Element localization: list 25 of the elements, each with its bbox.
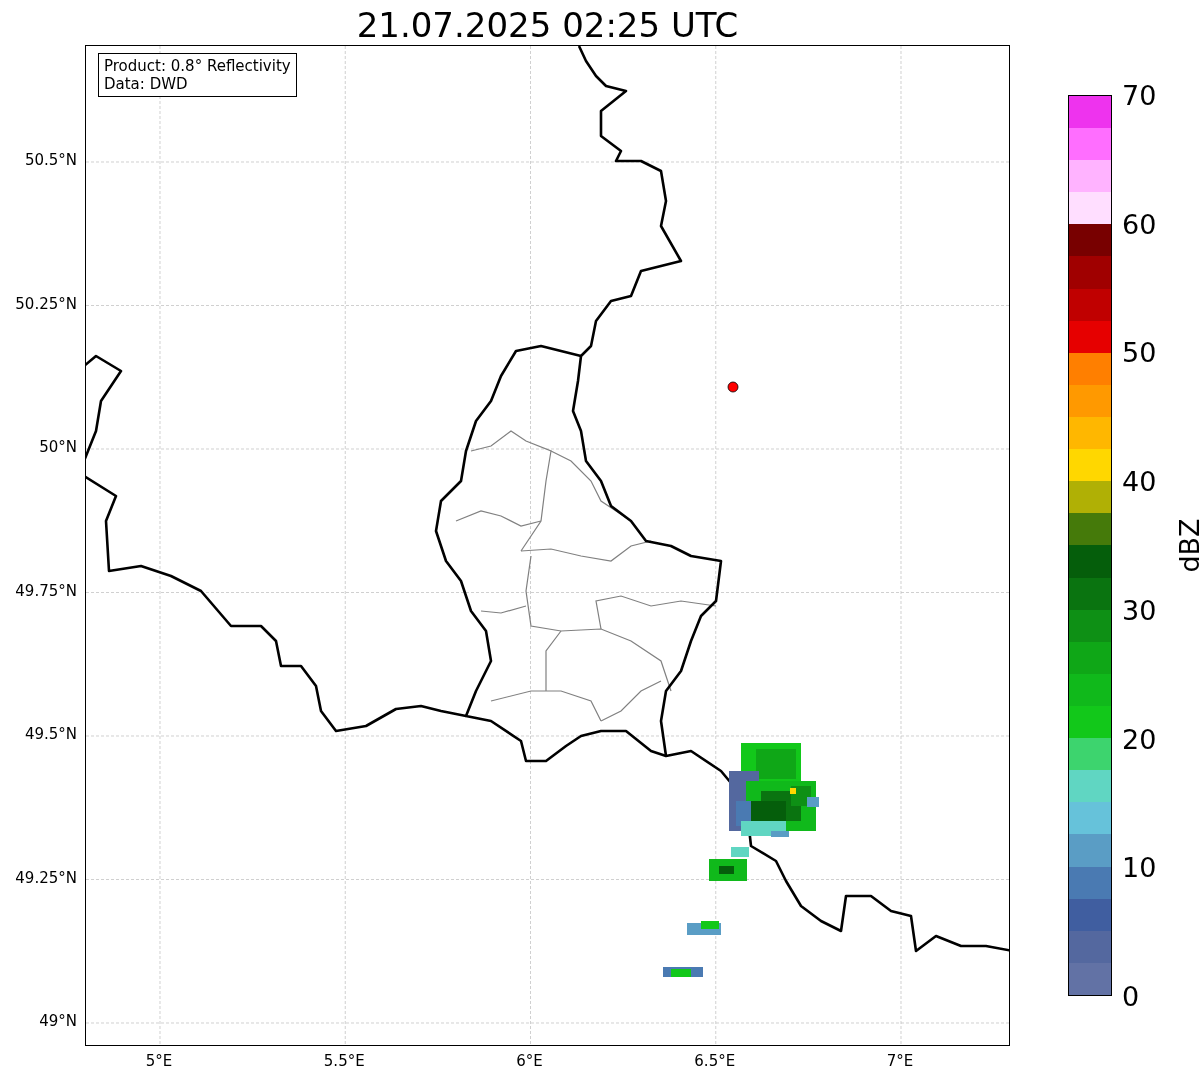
longitude-tick-label: 6°E (516, 1052, 543, 1070)
colorbar-tick-label: 30 (1122, 596, 1157, 624)
longitude-tick-label: 5°E (145, 1052, 173, 1070)
colorbar-tick-label: 20 (1122, 725, 1157, 753)
latitude-tick-label: 50.25°N (15, 294, 77, 313)
info-text: Data: DWD (104, 75, 189, 93)
info-text: Product: 0.8° Reflectivity (104, 57, 291, 75)
colorbar-label: dBZ (1175, 518, 1202, 573)
colorbar-tick-label: 10 (1122, 854, 1157, 882)
latitude-tick-label: 50.5°N (24, 151, 77, 169)
latitude-tick-label: 49.25°N (15, 868, 77, 887)
colorbar-tick-label: 60 (1122, 210, 1157, 238)
latitude-tick-label: 50°N (39, 438, 77, 456)
latitude-tick-label: 49.75°N (15, 581, 77, 600)
colorbar-tick-label: 70 (1122, 82, 1157, 109)
colorbar-tick-label: 40 (1122, 468, 1157, 496)
longitude-tick-label: 6.5°E (694, 1052, 736, 1070)
latitude-tick-label: 49.5°N (24, 725, 77, 743)
map-title: 21.07.2025 02:25 UTC (356, 7, 739, 42)
latitude-tick-label: 49°N (39, 1012, 77, 1030)
location-marker (727, 381, 739, 393)
longitude-tick-label: 5.5°E (323, 1052, 365, 1070)
longitude-tick-label: 7°E (886, 1052, 914, 1070)
colorbar-tick-label: 50 (1122, 339, 1157, 367)
colorbar-tick-label: 0 (1122, 983, 1140, 1010)
